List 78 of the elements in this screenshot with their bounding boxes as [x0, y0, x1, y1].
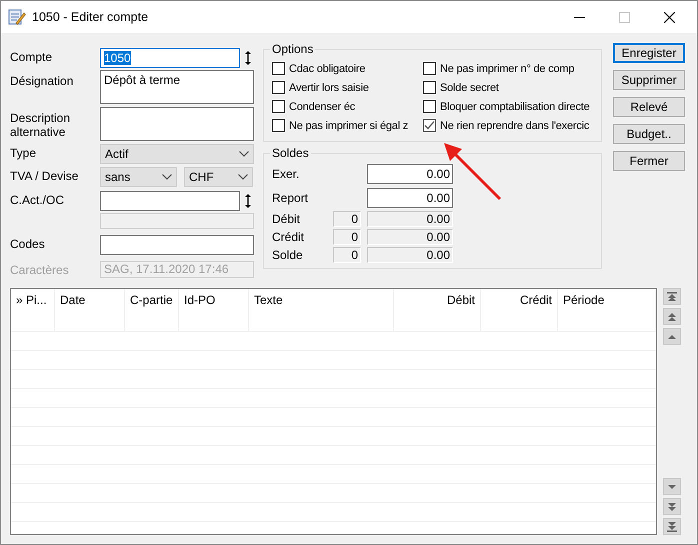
checkbox-label: Ne pas imprimer n° de comp: [440, 62, 574, 74]
amount-field: 0.00: [367, 229, 453, 245]
column-header[interactable]: Période: [563, 293, 604, 307]
scroll-down-button[interactable]: [663, 478, 681, 495]
dialog-button[interactable]: Relevé: [613, 97, 685, 117]
column-header[interactable]: C-partie: [130, 293, 173, 307]
checkbox[interactable]: [423, 81, 436, 94]
field-label: Type: [10, 145, 38, 160]
text-area[interactable]: Dépôt à terme: [100, 70, 254, 104]
group-title: Options: [271, 42, 314, 56]
field-label: Report: [272, 191, 310, 205]
field-label: Codes: [10, 236, 46, 251]
close-icon[interactable]: [664, 12, 675, 22]
field-label: Débit: [272, 212, 302, 226]
checkbox[interactable]: [272, 100, 285, 113]
text-area[interactable]: [100, 107, 254, 141]
notepad-pencil-icon: [8, 8, 26, 26]
field-label: Exer.: [272, 167, 300, 181]
count-field: 0: [333, 229, 361, 245]
dialog-button[interactable]: Fermer: [613, 151, 685, 171]
checkbox[interactable]: [272, 62, 285, 75]
double-up-arrow-icon: [667, 312, 677, 322]
count-field: 0: [333, 247, 361, 263]
column-header[interactable]: Date: [60, 293, 86, 307]
spin-field[interactable]: [100, 191, 240, 211]
column-header[interactable]: Texte: [254, 293, 283, 307]
amount-field[interactable]: 0.00: [367, 188, 453, 208]
dialog-button[interactable]: Supprimer: [613, 70, 685, 90]
field-label: C.Act./OC: [10, 192, 66, 207]
caret-icon: [239, 151, 249, 157]
checkbox[interactable]: [423, 119, 436, 132]
group-title: Soldes: [271, 146, 310, 160]
field-label: Désignation: [10, 73, 74, 88]
window-title: 1050 - Editer compte: [32, 10, 150, 24]
arrow-to-top-icon: [667, 292, 677, 302]
double-down-arrow-icon: [667, 502, 677, 512]
scroll-last-button[interactable]: [663, 518, 681, 535]
disabled-field: SAG, 17.11.2020 17:46: [100, 261, 254, 278]
page-up-button[interactable]: [663, 308, 681, 325]
dropdown[interactable]: sans: [100, 167, 177, 187]
column-header[interactable]: Crédit: [520, 293, 552, 307]
field-label: Crédit: [272, 230, 306, 244]
field-label: Caractères: [10, 262, 70, 277]
dialog-button[interactable]: Enregister: [613, 43, 685, 63]
field-label: Compte: [10, 49, 54, 64]
amount-field: 0.00: [367, 247, 453, 263]
amount-field[interactable]: 0.00: [367, 164, 453, 184]
caret-icon: [162, 174, 172, 180]
checkbox-label: Solde secret: [440, 82, 499, 94]
field-label: Solde: [272, 248, 304, 262]
checkbox-label: Ne pas imprimer si égal z: [289, 120, 408, 132]
column-header[interactable]: Id-PO: [184, 293, 216, 307]
field-label: Description alternative: [10, 110, 72, 139]
checkbox[interactable]: [423, 62, 436, 75]
checkbox[interactable]: [272, 119, 285, 132]
scroll-first-button[interactable]: [663, 288, 681, 305]
field-label: TVA / Devise: [10, 168, 80, 183]
checkbox-label: Cdac obligatoire: [289, 62, 366, 74]
page-down-button[interactable]: [663, 498, 681, 515]
spin-field[interactable]: 1050: [100, 48, 240, 68]
checkbox-label: Condenser éc: [289, 100, 356, 112]
scroll-up-button[interactable]: [663, 328, 681, 345]
checkbox[interactable]: [423, 100, 436, 113]
caret-icon: [238, 174, 248, 180]
arrow-to-bottom-icon: [667, 522, 677, 532]
dropdown[interactable]: Actif: [100, 144, 254, 164]
dialog-button[interactable]: Budget..: [613, 124, 685, 144]
checkbox-label: Ne rien reprendre dans l'exercic: [440, 120, 590, 132]
amount-field: 0.00: [367, 211, 453, 227]
dropdown[interactable]: CHF: [184, 167, 253, 187]
column-header[interactable]: » Pi...: [16, 293, 47, 307]
input-field[interactable]: [100, 235, 254, 255]
column-header[interactable]: Débit: [446, 293, 475, 307]
checkbox[interactable]: [272, 81, 285, 94]
checkbox-label: Avertir lors saisie: [289, 82, 369, 94]
count-field: 0: [333, 211, 361, 227]
checkbox-label: Bloquer comptabilisation directe: [440, 100, 590, 112]
maximize-icon: [619, 12, 630, 22]
